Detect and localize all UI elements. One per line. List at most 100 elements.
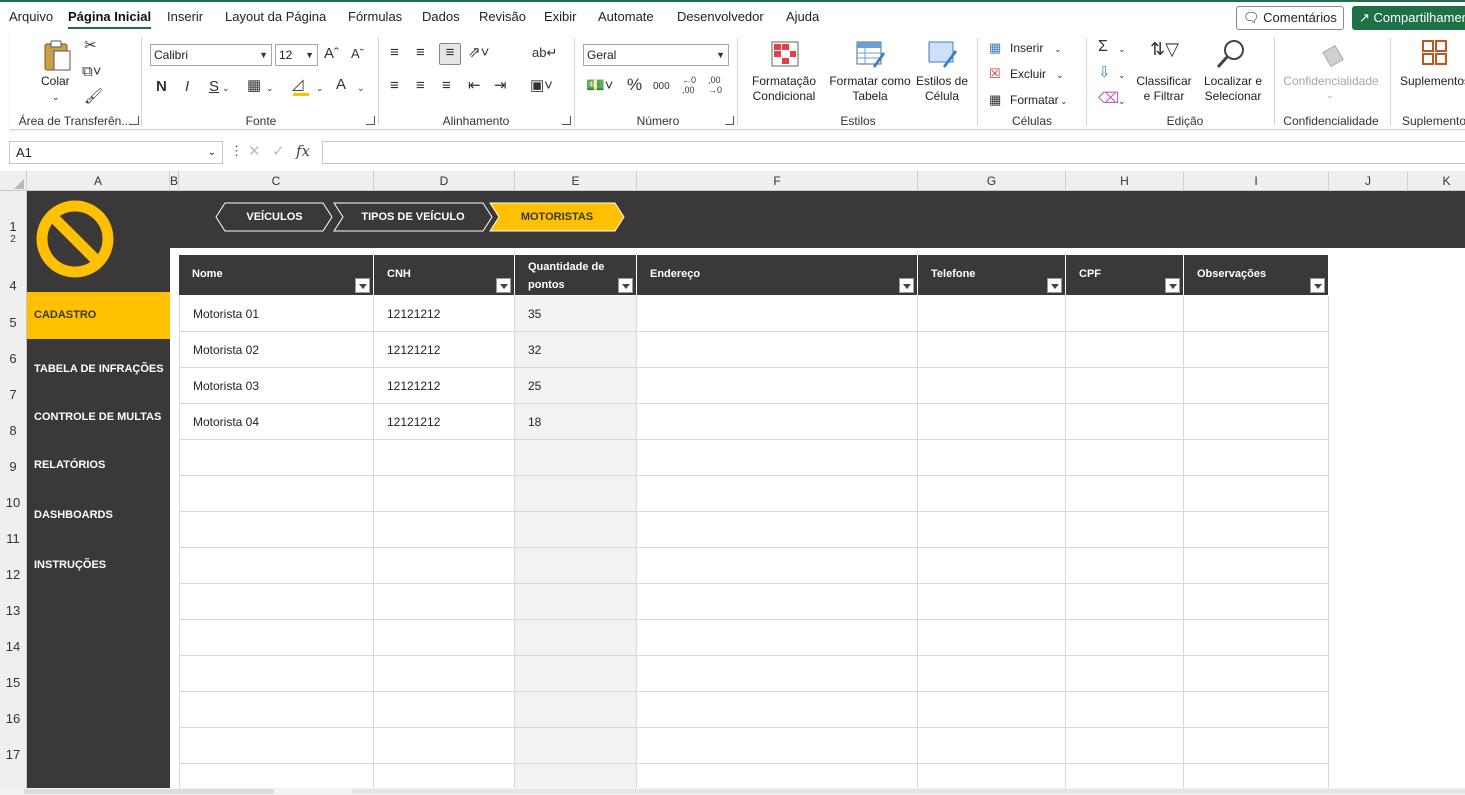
menu-exibir[interactable]: Exibir xyxy=(544,9,577,24)
accounting-format-icon[interactable]: 💵˅ xyxy=(586,77,613,95)
column-header-c[interactable]: C xyxy=(179,171,374,191)
table-cell[interactable] xyxy=(1066,584,1184,620)
table-cell[interactable]: 32 xyxy=(515,332,637,368)
table-cell[interactable] xyxy=(374,656,515,692)
table-cell[interactable] xyxy=(1184,692,1329,728)
tab-veiculos[interactable]: VEÍCULOS xyxy=(215,202,334,232)
table-cell[interactable] xyxy=(637,404,918,440)
cut-icon[interactable]: ✂ xyxy=(84,37,97,55)
font-launcher-icon[interactable] xyxy=(366,116,375,125)
table-cell[interactable] xyxy=(179,620,374,656)
decrease-decimal-icon[interactable]: ,00 →0 xyxy=(708,75,722,95)
table-cell[interactable] xyxy=(1066,620,1184,656)
italic-button[interactable]: I xyxy=(185,78,189,96)
format-cells-label[interactable]: Formatar xyxy=(1010,93,1059,108)
table-cell[interactable] xyxy=(1066,548,1184,584)
table-cell[interactable] xyxy=(1066,296,1184,332)
table-cell[interactable]: Motorista 01 xyxy=(179,296,374,332)
filter-dropdown-icon[interactable] xyxy=(899,278,914,293)
cell-styles-label-2[interactable]: Célula xyxy=(916,89,968,104)
format-cells-icon[interactable]: ▦ xyxy=(989,91,1001,109)
increase-font-icon[interactable]: Aˆ xyxy=(324,45,339,63)
column-header-e[interactable]: E xyxy=(515,171,637,191)
table-cell[interactable] xyxy=(918,512,1066,548)
table-cell[interactable] xyxy=(179,440,374,476)
conditional-formatting-label-1[interactable]: Formatação xyxy=(747,74,821,89)
insert-cells-icon[interactable]: ▦ xyxy=(989,39,1001,57)
table-cell[interactable] xyxy=(1184,584,1329,620)
table-cell[interactable]: Motorista 03 xyxy=(179,368,374,404)
menu-pagina-inicial[interactable]: Página Inicial xyxy=(68,9,152,29)
table-cell[interactable] xyxy=(374,440,515,476)
filter-dropdown-icon[interactable] xyxy=(1165,278,1180,293)
percent-icon[interactable]: % xyxy=(627,76,642,94)
table-cell[interactable]: 18 xyxy=(515,404,637,440)
decrease-font-icon[interactable]: Aˇ xyxy=(351,45,364,63)
table-cell[interactable] xyxy=(918,440,1066,476)
cell-styles-label-1[interactable]: Estilos de xyxy=(916,74,968,89)
table-cell[interactable] xyxy=(179,548,374,584)
copy-icon[interactable]: ⧉˅ xyxy=(82,63,101,81)
table-cell[interactable] xyxy=(918,476,1066,512)
column-header-f[interactable]: F xyxy=(637,171,918,191)
row-header-7[interactable]: 7 xyxy=(0,387,26,402)
format-as-table-label-1[interactable]: Formatar como xyxy=(828,74,912,89)
table-cell[interactable] xyxy=(374,692,515,728)
table-cell[interactable]: 12121212 xyxy=(374,368,515,404)
table-cell[interactable] xyxy=(515,476,637,512)
table-cell[interactable] xyxy=(637,368,918,404)
cell-styles-icon[interactable] xyxy=(927,40,957,68)
comma-style-icon[interactable]: 000 xyxy=(653,78,670,96)
table-cell[interactable] xyxy=(1066,692,1184,728)
table-cell[interactable] xyxy=(918,692,1066,728)
table-cell[interactable] xyxy=(515,728,637,764)
align-center-icon[interactable]: ≡ xyxy=(416,77,425,95)
table-cell[interactable] xyxy=(637,548,918,584)
table-cell[interactable] xyxy=(637,440,918,476)
menu-dados[interactable]: Dados xyxy=(422,9,460,24)
table-cell[interactable]: 12121212 xyxy=(374,332,515,368)
format-painter-icon[interactable]: 🖌 xyxy=(84,88,103,106)
row-header-15[interactable]: 15 xyxy=(0,675,26,690)
row-header-14[interactable]: 14 xyxy=(0,639,26,654)
delete-cells-icon[interactable]: ☒ xyxy=(989,65,1001,83)
table-cell[interactable] xyxy=(1184,440,1329,476)
table-cell[interactable]: Motorista 04 xyxy=(179,404,374,440)
format-as-table-icon[interactable] xyxy=(855,40,885,68)
table-cell[interactable] xyxy=(637,728,918,764)
table-cell[interactable] xyxy=(637,656,918,692)
row-header-10[interactable]: 10 xyxy=(0,495,26,510)
table-cell[interactable] xyxy=(1066,440,1184,476)
row-header-11[interactable]: 11 xyxy=(0,531,26,546)
table-cell[interactable] xyxy=(374,548,515,584)
paste-chevron-icon[interactable]: ⌄ xyxy=(52,90,60,105)
addins-icon[interactable] xyxy=(1420,38,1450,68)
table-cell[interactable] xyxy=(515,656,637,692)
chevron-down-icon[interactable]: ⌄ xyxy=(1054,40,1062,58)
table-cell[interactable] xyxy=(918,368,1066,404)
menu-ajuda[interactable]: Ajuda xyxy=(786,9,819,24)
table-cell[interactable]: 35 xyxy=(515,296,637,332)
autosum-icon[interactable]: Σ xyxy=(1098,38,1108,56)
font-size-select[interactable]: 12 ▼ xyxy=(275,44,318,66)
chevron-down-icon[interactable]: ⌄ xyxy=(222,79,230,97)
row-header-5[interactable]: 5 xyxy=(0,315,26,330)
table-cell[interactable] xyxy=(1184,620,1329,656)
wrap-text-icon[interactable]: ab↵ xyxy=(532,44,557,62)
more-icon[interactable]: ⋮ xyxy=(230,143,243,159)
table-cell[interactable] xyxy=(179,728,374,764)
table-cell[interactable] xyxy=(1184,548,1329,584)
filter-dropdown-icon[interactable] xyxy=(496,278,511,293)
paste-icon[interactable] xyxy=(40,38,74,72)
sort-filter-label-2[interactable]: e Filtrar xyxy=(1134,89,1194,104)
enter-icon[interactable]: ✓ xyxy=(272,142,285,160)
table-cell[interactable] xyxy=(637,620,918,656)
row-header-8[interactable]: 8 xyxy=(0,423,26,438)
column-header-h[interactable]: H xyxy=(1066,171,1184,191)
table-cell[interactable] xyxy=(1184,332,1329,368)
cancel-icon[interactable]: ✕ xyxy=(248,142,261,160)
conditional-formatting-icon[interactable] xyxy=(770,40,800,68)
column-header-a[interactable]: A xyxy=(27,171,170,191)
menu-automate[interactable]: Automate xyxy=(598,9,654,24)
table-cell[interactable] xyxy=(515,620,637,656)
